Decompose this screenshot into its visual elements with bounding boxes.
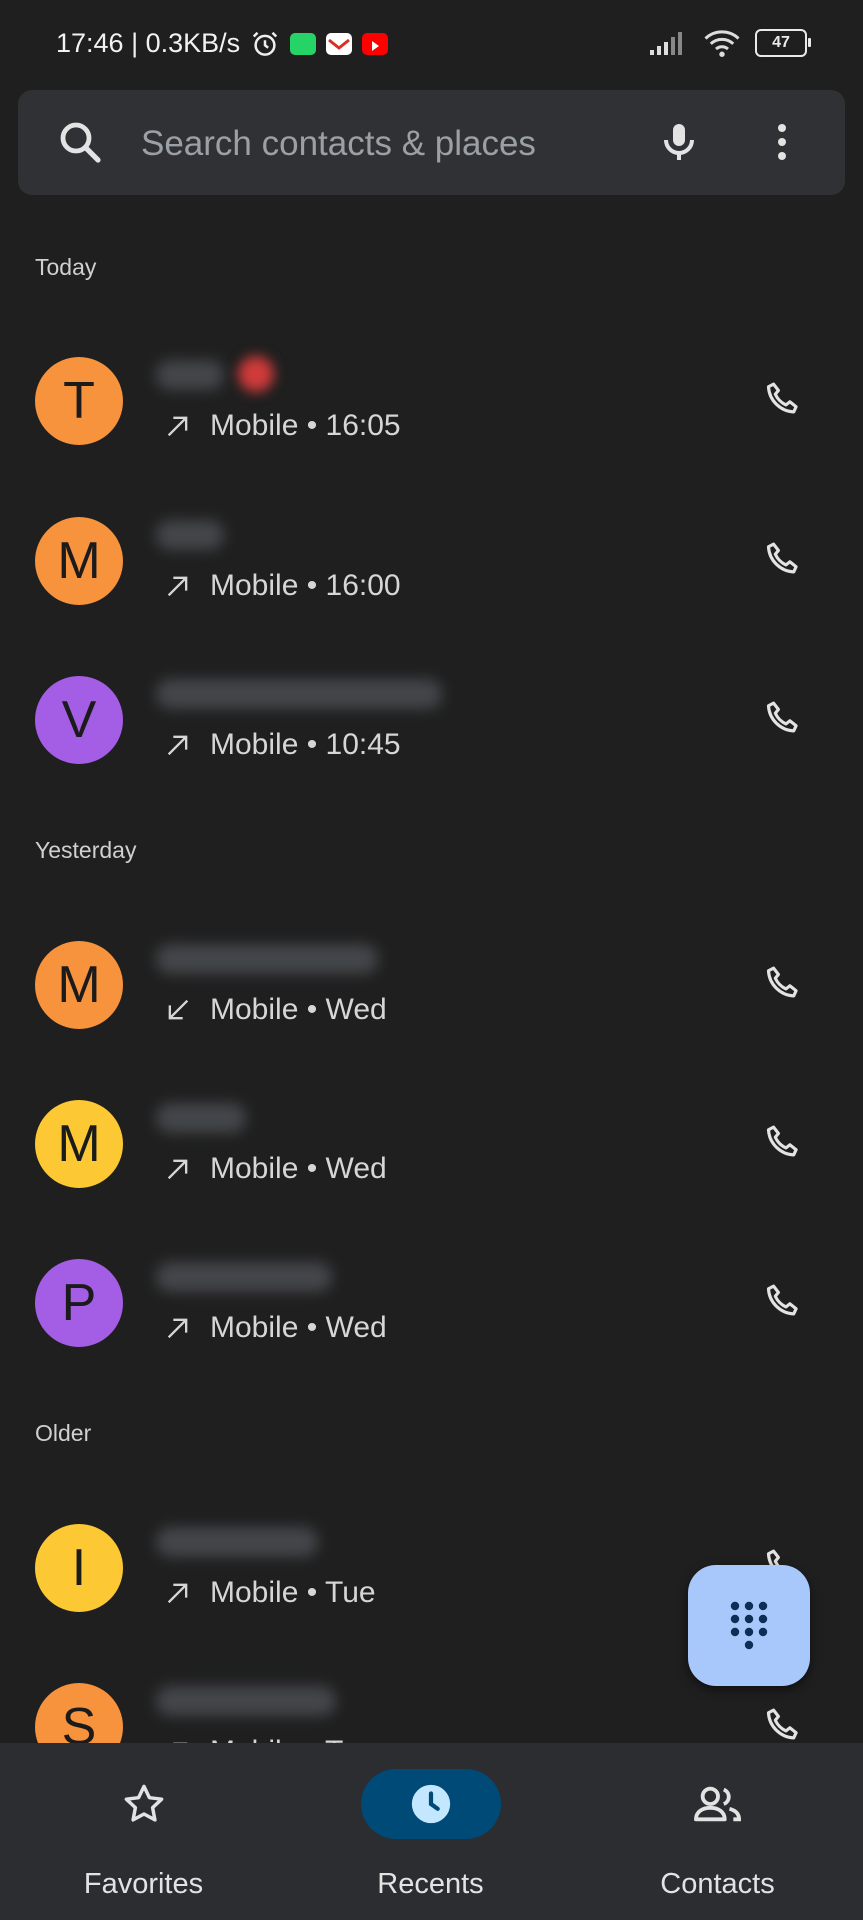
avatar[interactable]: I	[35, 1524, 123, 1612]
outgoing-call-arrow-icon	[167, 1318, 188, 1339]
section-header-yesterday: Yesterday	[35, 837, 137, 863]
call-detail: Mobile • 16:05	[164, 409, 401, 443]
nav-recents[interactable]: Recents	[287, 1743, 574, 1920]
call-detail: Mobile • 16:00	[164, 569, 401, 603]
call-log-row[interactable]: P Mobile • Wed	[0, 1232, 863, 1372]
nav-favorites[interactable]: Favorites	[0, 1743, 287, 1920]
outgoing-call-arrow-icon	[167, 576, 188, 597]
phone-call-icon[interactable]	[762, 1280, 804, 1322]
call-detail: Mobile • 10:45	[164, 728, 401, 762]
call-log-row[interactable]: T Mobile • 16:05	[0, 330, 863, 470]
search-bar[interactable]: Search contacts & places	[18, 90, 845, 195]
avatar[interactable]: S	[35, 1683, 123, 1743]
heart-emoji	[238, 356, 274, 392]
people-icon	[693, 1786, 741, 1822]
battery-indicator: 47	[755, 29, 811, 57]
outgoing-call-arrow-icon	[167, 735, 188, 756]
call-detail-text: Mobile • 16:05	[210, 409, 401, 442]
clock-icon	[411, 1784, 450, 1824]
avatar[interactable]: M	[35, 517, 123, 605]
contact-name-redacted	[156, 944, 378, 974]
call-detail: Mobile • Wed	[164, 1152, 387, 1186]
wifi-icon	[704, 30, 740, 57]
dialpad-button[interactable]	[688, 1565, 810, 1686]
phone-call-icon[interactable]	[762, 538, 804, 580]
more-options-icon[interactable]	[758, 118, 806, 166]
call-detail-text: Mobile • Wed	[210, 1152, 387, 1185]
call-detail-text: Mobile • Wed	[210, 1311, 387, 1344]
microphone-icon[interactable]	[655, 118, 703, 166]
nav-favorites-icon-wrap[interactable]	[74, 1769, 214, 1839]
call-detail-text: Mobile • 10:45	[210, 728, 401, 761]
call-detail-text: Mobile • 16:00	[210, 569, 401, 602]
phone-call-icon[interactable]	[762, 378, 804, 420]
dialpad-icon	[730, 1601, 768, 1649]
avatar[interactable]: T	[35, 357, 123, 445]
alarm-icon	[253, 31, 278, 56]
contact-name-redacted	[156, 679, 442, 709]
nav-contacts-label[interactable]: Contacts	[574, 1868, 861, 1901]
call-log-row[interactable]: M Mobile • Wed	[0, 1073, 863, 1213]
avatar[interactable]: V	[35, 676, 123, 764]
bottom-navigation: Favorites Recents Contacts	[0, 1743, 863, 1920]
call-log-row[interactable]: V Mobile • 10:45	[0, 649, 863, 789]
outgoing-call-arrow-icon	[167, 1583, 188, 1604]
section-header-older: Older	[35, 1420, 92, 1446]
avatar[interactable]: M	[35, 941, 123, 1029]
phone-call-icon[interactable]	[762, 1121, 804, 1163]
call-log-row[interactable]: M Mobile • 16:00	[0, 490, 863, 630]
call-detail: Mobile • Tue	[164, 1576, 376, 1610]
nav-favorites-label[interactable]: Favorites	[0, 1868, 287, 1901]
search-icon[interactable]	[56, 118, 104, 166]
avatar[interactable]: M	[35, 1100, 123, 1188]
whatsapp-icon	[290, 32, 317, 55]
call-detail-text: Mobile • Tue	[210, 1735, 376, 1743]
call-detail: Mobile • Tue	[164, 1735, 376, 1743]
incoming-call-arrow-icon	[168, 999, 189, 1020]
status-time: 17:46 | 0.3KB/s	[56, 28, 241, 58]
gmail-icon	[326, 32, 353, 55]
call-log-row[interactable]: M Mobile • Wed	[0, 914, 863, 1054]
status-left: 17:46 | 0.3KB/s	[56, 28, 389, 59]
nav-recents-icon-wrap[interactable]	[360, 1769, 501, 1839]
phone-call-icon[interactable]	[762, 962, 804, 1004]
status-bar: 17:46 | 0.3KB/s 47	[0, 0, 863, 92]
contact-name-redacted	[156, 1262, 332, 1292]
battery-level: 47	[772, 34, 790, 51]
phone-call-icon[interactable]	[762, 1704, 804, 1743]
phone-call-icon[interactable]	[762, 697, 804, 739]
contact-name-redacted	[156, 1103, 246, 1133]
outgoing-call-arrow-icon	[167, 1159, 188, 1180]
contact-name-redacted	[156, 360, 224, 390]
outgoing-call-arrow-icon	[167, 416, 188, 437]
youtube-icon	[362, 32, 389, 55]
nav-contacts[interactable]: Contacts	[574, 1743, 861, 1920]
call-detail: Mobile • Wed	[164, 1311, 387, 1345]
star-icon	[124, 1784, 163, 1822]
section-header-today: Today	[35, 254, 97, 280]
contact-name-redacted	[156, 1686, 336, 1716]
contact-name-redacted	[156, 1527, 318, 1557]
call-detail: Mobile • Wed	[164, 993, 387, 1027]
status-right: 47	[649, 28, 811, 58]
avatar[interactable]: P	[35, 1259, 123, 1347]
contact-name-redacted	[156, 520, 224, 550]
call-detail-text: Mobile • Wed	[210, 993, 387, 1026]
search-input[interactable]: Search contacts & places	[141, 124, 536, 164]
call-detail-text: Mobile • Tue	[210, 1576, 376, 1609]
signal-icon	[650, 32, 682, 55]
nav-recents-label[interactable]: Recents	[287, 1868, 574, 1901]
nav-contacts-icon-wrap[interactable]	[648, 1769, 788, 1839]
